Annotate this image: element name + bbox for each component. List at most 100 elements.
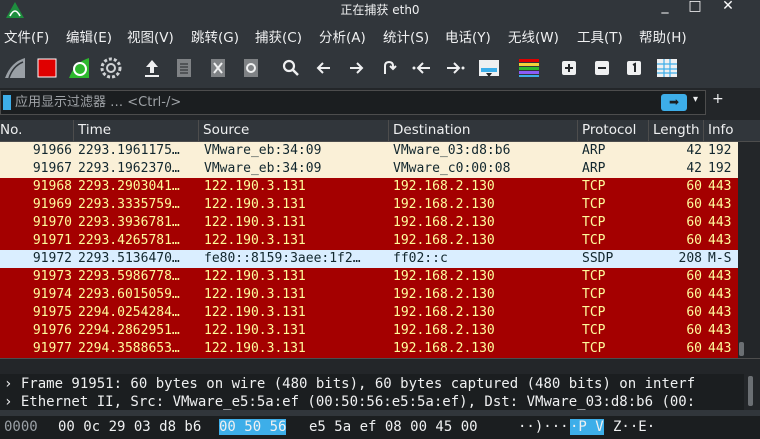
column-source[interactable]: Source bbox=[203, 122, 249, 138]
packet-no: 91968 bbox=[32, 179, 72, 194]
packet-row[interactable]: 91970 2293.3936781… 122.190.3.131 192.168.2… bbox=[0, 214, 738, 232]
menu-analyze[interactable]: 分析(A) bbox=[319, 26, 366, 46]
capture-options-icon[interactable] bbox=[98, 55, 124, 81]
find-packet-icon[interactable] bbox=[278, 55, 304, 81]
packet-list-horizontal-scrollbar[interactable] bbox=[0, 358, 760, 372]
menu-file[interactable]: 文件(F) bbox=[4, 26, 49, 46]
scrollbar-thumb[interactable] bbox=[739, 342, 744, 356]
menu-go[interactable]: 跳转(G) bbox=[191, 26, 239, 46]
menu-edit[interactable]: 编辑(E) bbox=[66, 26, 112, 46]
menu-wireless[interactable]: 无线(W) bbox=[508, 26, 559, 46]
packet-row[interactable]: 91975 2294.0254284… 122.190.3.131 192.168.2… bbox=[0, 304, 738, 322]
packet-length: 60 bbox=[686, 323, 702, 338]
packet-source: VMware_eb:34:09 bbox=[204, 161, 322, 176]
go-to-packet-icon[interactable] bbox=[376, 55, 402, 81]
menu-view[interactable]: 视图(V) bbox=[127, 26, 174, 46]
column-divider[interactable] bbox=[73, 120, 74, 142]
packet-row[interactable]: 91968 2293.2903041… 122.190.3.131 192.168.2… bbox=[0, 178, 738, 196]
packet-list[interactable]: 91966 2293.1961175… VMware_eb:34:09 VMware_… bbox=[0, 142, 738, 358]
packet-list-scrollbar[interactable] bbox=[738, 142, 746, 358]
zoom-in-icon[interactable] bbox=[556, 55, 582, 81]
go-last-packet-icon[interactable] bbox=[442, 55, 468, 81]
menu-tools[interactable]: 工具(T) bbox=[577, 26, 623, 46]
close-file-icon[interactable] bbox=[205, 55, 231, 81]
maximize-icon[interactable]: □ bbox=[685, 0, 705, 14]
apply-filter-button[interactable]: ➡ bbox=[661, 94, 687, 111]
column-divider[interactable] bbox=[388, 120, 389, 142]
packet-row[interactable]: 91969 2293.3335759… 122.190.3.131 192.168.2… bbox=[0, 196, 738, 214]
packet-no: 91975 bbox=[32, 305, 72, 320]
packet-bytes-pane[interactable]: 0000 00 0c 29 03 d8 b6 00 50 56 e5 5a ef… bbox=[0, 416, 760, 439]
packet-row[interactable]: 91966 2293.1961175… VMware_eb:34:09 VMware_… bbox=[0, 142, 738, 160]
column-length[interactable]: Length bbox=[653, 122, 700, 138]
column-divider[interactable] bbox=[198, 120, 199, 142]
menu-help[interactable]: 帮助(H) bbox=[639, 26, 687, 46]
resize-columns-icon[interactable] bbox=[654, 55, 680, 81]
column-info[interactable]: Info bbox=[708, 122, 734, 138]
packet-no: 91971 bbox=[32, 233, 72, 248]
go-forward-icon[interactable] bbox=[343, 55, 369, 81]
packet-time: 2293.5986778… bbox=[78, 269, 180, 284]
packet-row[interactable]: 91967 2293.1962370… VMware_eb:34:09 VMware_… bbox=[0, 160, 738, 178]
open-file-icon[interactable] bbox=[139, 55, 165, 81]
auto-scroll-icon[interactable] bbox=[476, 55, 502, 81]
details-scrollbar[interactable] bbox=[746, 374, 756, 410]
title-bar: 正在捕获 eth0 _ □ ✕ bbox=[0, 0, 760, 22]
packet-protocol: TCP bbox=[582, 179, 606, 194]
display-filter-input[interactable] bbox=[15, 92, 645, 112]
menu-statistics[interactable]: 统计(S) bbox=[383, 26, 429, 46]
packet-source: 122.190.3.131 bbox=[204, 287, 306, 302]
filter-dropdown-icon[interactable]: ▾ bbox=[693, 94, 698, 105]
column-divider[interactable] bbox=[648, 120, 649, 142]
packet-row[interactable]: 91972 2293.5136470… fe80::8159:3aee:1f2… ff… bbox=[0, 250, 738, 268]
packet-no: 91966 bbox=[32, 143, 72, 158]
packet-destination: ff02::c bbox=[393, 251, 448, 266]
minimize-icon[interactable]: _ bbox=[655, 0, 675, 14]
colorize-icon[interactable] bbox=[516, 55, 542, 81]
bytes-ascii[interactable]: ··)··· bbox=[518, 419, 569, 435]
add-filter-button[interactable]: + bbox=[712, 91, 724, 107]
save-file-icon[interactable] bbox=[171, 55, 197, 81]
bytes-offset: 0000 bbox=[4, 419, 38, 435]
go-first-packet-icon[interactable] bbox=[409, 55, 435, 81]
packet-row[interactable]: 91974 2293.6015059… 122.190.3.131 192.168.2… bbox=[0, 286, 738, 304]
reload-file-icon[interactable] bbox=[238, 55, 264, 81]
column-divider[interactable] bbox=[577, 120, 578, 142]
start-capture-icon[interactable] bbox=[2, 55, 28, 81]
packet-row[interactable]: 91976 2294.2862951… 122.190.3.131 192.168.2… bbox=[0, 322, 738, 340]
packet-row[interactable]: 91973 2293.5986778… 122.190.3.131 192.168.2… bbox=[0, 268, 738, 286]
normal-size-icon[interactable] bbox=[621, 55, 647, 81]
zoom-out-icon[interactable] bbox=[589, 55, 615, 81]
menu-capture[interactable]: 捕获(C) bbox=[255, 26, 302, 46]
packet-row[interactable]: 91971 2293.4265781… 122.190.3.131 192.168.2… bbox=[0, 232, 738, 250]
close-icon[interactable]: ✕ bbox=[718, 0, 738, 14]
column-protocol[interactable]: Protocol bbox=[582, 122, 636, 138]
packet-length: 208 bbox=[678, 251, 702, 266]
go-back-icon[interactable] bbox=[311, 55, 337, 81]
detail-frame-row[interactable]: › Frame 91951: 60 bytes on wire (480 bit… bbox=[4, 376, 695, 392]
bookmark-icon[interactable] bbox=[3, 95, 11, 110]
packet-details-pane[interactable]: › Frame 91951: 60 bytes on wire (480 bit… bbox=[0, 374, 744, 410]
column-destination[interactable]: Destination bbox=[393, 122, 470, 138]
detail-ethernet-row[interactable]: › Ethernet II, Src: VMware_e5:5a:ef (00:… bbox=[4, 394, 695, 410]
packet-length: 60 bbox=[686, 305, 702, 320]
bytes-hex[interactable]: e5 5a ef 08 00 45 00 bbox=[309, 419, 478, 435]
packet-protocol: ARP bbox=[582, 143, 606, 158]
bytes-hex-highlight[interactable]: 00 50 56 bbox=[219, 419, 287, 435]
packet-length: 60 bbox=[686, 269, 702, 284]
restart-capture-icon[interactable] bbox=[66, 55, 92, 81]
packet-source: 122.190.3.131 bbox=[204, 233, 306, 248]
bytes-hex[interactable]: 00 0c 29 03 d8 b6 bbox=[58, 419, 201, 435]
menu-telephony[interactable]: 电话(Y) bbox=[445, 26, 491, 46]
bytes-ascii[interactable]: Z··E· bbox=[613, 419, 655, 435]
column-divider[interactable] bbox=[703, 120, 704, 142]
stop-capture-icon[interactable] bbox=[34, 55, 60, 81]
column-time[interactable]: Time bbox=[78, 122, 111, 138]
packet-row[interactable]: 91977 2294.3588653… 122.190.3.131 192.168.2… bbox=[0, 340, 738, 358]
bytes-ascii-highlight[interactable]: ·P V bbox=[570, 419, 604, 435]
scrollbar-thumb[interactable] bbox=[748, 376, 753, 406]
packet-protocol: TCP bbox=[582, 269, 606, 284]
packet-length: 60 bbox=[686, 179, 702, 194]
packet-info: 443 bbox=[708, 287, 732, 302]
column-no[interactable]: No. bbox=[0, 122, 22, 138]
